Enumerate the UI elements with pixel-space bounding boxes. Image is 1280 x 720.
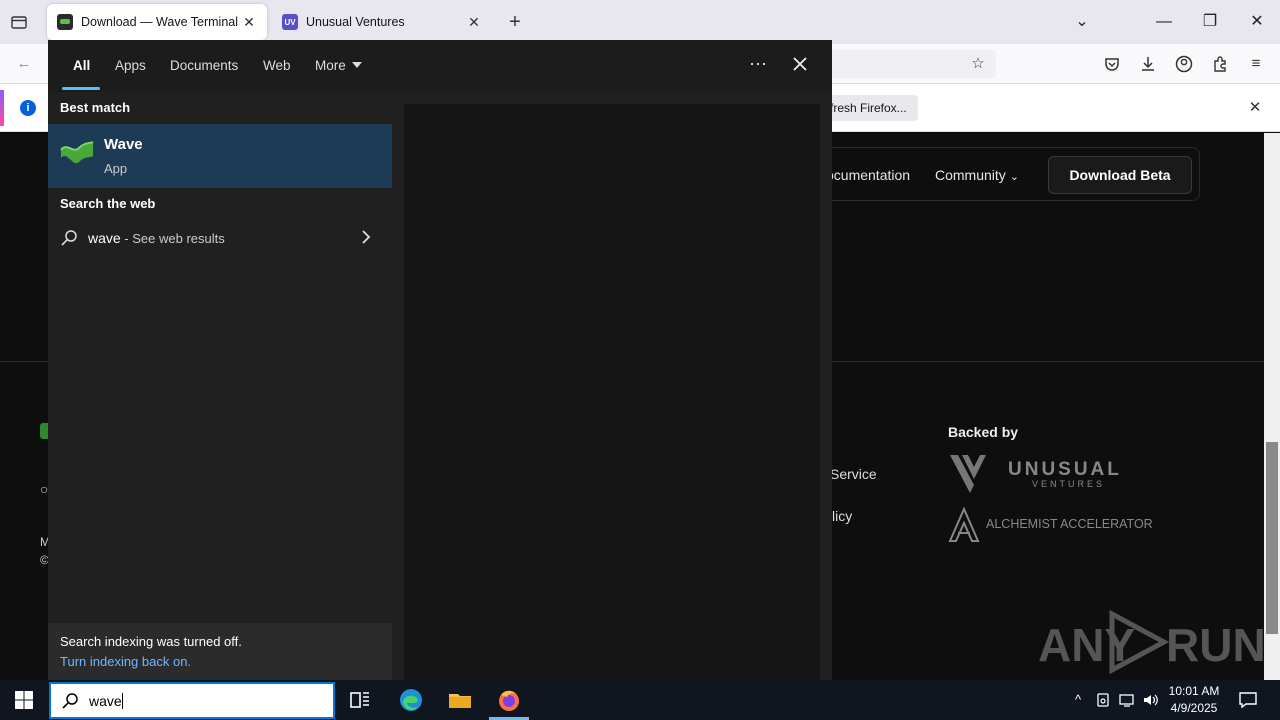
uv-logo-top-text: UNUSUAL <box>1008 459 1122 480</box>
firefox-icon[interactable] <box>496 687 522 713</box>
device-icon[interactable] <box>1094 691 1112 709</box>
close-icon[interactable] <box>788 52 812 76</box>
pocket-icon[interactable] <box>1102 54 1122 74</box>
text-caret <box>121 693 123 709</box>
search-results-list: Best match Wave App Search the web wave … <box>48 92 392 680</box>
indexing-notice: Search indexing was turned off. Turn ind… <box>48 623 392 680</box>
system-clock[interactable]: 10:01 AM 4/9/2025 <box>1165 683 1223 717</box>
tab-all[interactable]: All <box>73 58 90 73</box>
search-filter-tabs: All Apps Documents Web More ··· <box>48 40 832 92</box>
volume-icon[interactable] <box>1142 691 1160 709</box>
uv-logo-bottom-text: VENTURES <box>1032 479 1106 489</box>
info-icon: i <box>20 100 36 116</box>
more-options-icon[interactable]: ··· <box>746 52 770 76</box>
notification-accent <box>0 90 4 126</box>
tab-close-icon[interactable]: ✕ <box>466 14 482 31</box>
best-match-title: Wave <box>104 136 143 153</box>
best-match-heading: Best match <box>60 100 131 115</box>
new-tab-icon[interactable]: + <box>505 10 525 34</box>
community-link[interactable]: Community ⌄ <box>935 167 1019 183</box>
tab-title: Download — Wave Terminal <box>81 15 239 29</box>
edge-browser-icon[interactable] <box>398 687 424 713</box>
web-search-term: wave <box>88 230 121 246</box>
task-view-icon[interactable] <box>347 687 373 713</box>
minimize-icon[interactable]: — <box>1152 10 1176 34</box>
search-icon <box>61 230 77 246</box>
turn-indexing-on-link[interactable]: Turn indexing back on. <box>60 654 191 669</box>
alchemist-logo-mark-icon <box>948 506 980 542</box>
clock-time: 10:01 AM <box>1168 684 1220 698</box>
terms-of-service-link[interactable]: Service <box>830 466 877 482</box>
tab-close-icon[interactable]: ✕ <box>241 14 257 31</box>
tab-unusual-ventures[interactable]: UV Unusual Ventures ✕ <box>272 4 492 40</box>
result-preview-pane <box>404 104 820 680</box>
tab-overflow-chevron-icon[interactable]: ⌄ <box>1070 10 1094 34</box>
play-triangle-icon <box>1109 610 1170 674</box>
caret-down-icon <box>351 62 362 68</box>
taskbar: wave ^ 10:01 AM 4/9/2025 <box>0 680 1280 720</box>
uv-logo-mark-icon <box>950 455 986 493</box>
action-center-icon[interactable] <box>1238 690 1258 710</box>
start-search-panel: All Apps Documents Web More ··· Best mat… <box>48 40 832 680</box>
downloads-icon[interactable] <box>1138 54 1158 74</box>
chevron-right-icon[interactable] <box>358 229 374 245</box>
windows-start-icon[interactable] <box>14 690 34 710</box>
tab-title: Unusual Ventures <box>306 15 405 29</box>
hamburger-menu-icon[interactable]: ≡ <box>1246 54 1266 74</box>
extensions-icon[interactable] <box>1210 54 1230 74</box>
backed-by-heading: Backed by <box>948 424 1019 440</box>
watermark-right-text: RUN <box>1166 619 1266 671</box>
anyrun-watermark: ANY RUN <box>1038 608 1266 678</box>
wave-app-icon <box>60 141 94 164</box>
tab-web[interactable]: Web <box>263 58 291 73</box>
notification-close-icon[interactable]: ✕ <box>1246 98 1264 116</box>
alchemist-logo-text: ALCHEMIST ACCELERATOR <box>986 517 1153 531</box>
show-hidden-icons-chevron-icon[interactable]: ^ <box>1069 691 1087 709</box>
file-explorer-icon[interactable] <box>447 687 473 713</box>
tab-apps[interactable]: Apps <box>115 58 146 73</box>
uv-favicon-icon: UV <box>282 14 298 30</box>
scrollbar-thumb[interactable] <box>1266 442 1278 634</box>
back-arrow-icon[interactable]: ← <box>14 54 34 74</box>
indexing-message: Search indexing was turned off. <box>60 634 242 649</box>
tab-documents[interactable]: Documents <box>170 58 238 73</box>
tab-more[interactable]: More <box>315 58 362 73</box>
clock-date: 4/9/2025 <box>1170 701 1218 715</box>
account-icon[interactable] <box>1174 54 1194 74</box>
search-the-web-heading: Search the web <box>60 196 156 211</box>
refresh-firefox-button[interactable]: fresh Firefox... <box>826 95 918 121</box>
community-label: Community <box>935 167 1006 183</box>
tab-list-icon[interactable] <box>10 13 28 31</box>
network-icon[interactable] <box>1118 691 1136 709</box>
window-close-icon[interactable]: ✕ <box>1245 10 1269 34</box>
unusual-ventures-logo[interactable]: UNUSUAL VENTURES <box>948 453 1119 497</box>
search-query-text: wave <box>89 693 122 709</box>
restore-icon[interactable]: ❐ <box>1198 10 1222 34</box>
search-icon <box>62 693 78 709</box>
chevron-down-icon: ⌄ <box>1009 171 1019 183</box>
download-beta-button[interactable]: Download Beta <box>1048 156 1192 194</box>
bookmark-star-icon[interactable]: ☆ <box>968 54 988 74</box>
tab-more-label: More <box>315 58 346 73</box>
best-match-result[interactable]: Wave App <box>48 124 392 188</box>
browser-tab-bar: Download — Wave Terminal ✕ UV Unusual Ve… <box>0 0 1280 44</box>
tab-wave-download[interactable]: Download — Wave Terminal ✕ <box>47 4 267 40</box>
active-tab-indicator <box>62 87 100 90</box>
web-search-result[interactable]: wave - See web results <box>48 226 392 250</box>
alchemist-accelerator-logo[interactable]: ALCHEMIST ACCELERATOR <box>948 506 1153 543</box>
wave-favicon-icon <box>57 14 73 30</box>
best-match-subtitle: App <box>104 161 128 176</box>
web-search-hint: - See web results <box>120 231 225 246</box>
documentation-link[interactable]: ocumentation <box>826 167 910 183</box>
privacy-policy-link[interactable]: licy <box>832 508 852 524</box>
taskbar-search-input[interactable]: wave <box>49 682 335 719</box>
